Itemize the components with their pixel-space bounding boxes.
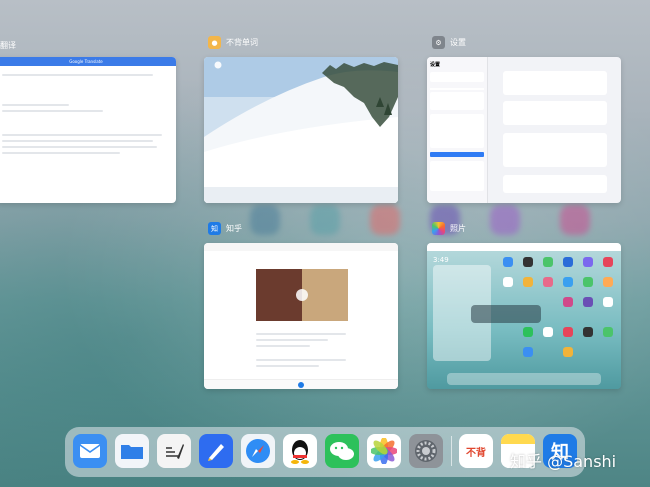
app-title: 设置 (450, 38, 466, 47)
photos-app-icon[interactable] (367, 434, 401, 468)
mini-dock (447, 373, 601, 385)
buzuo-app-icon[interactable]: 不背 (459, 434, 493, 468)
files-icon[interactable] (115, 434, 149, 468)
gear-icon: ⚙ (432, 36, 445, 49)
app-title: 翻译 (0, 41, 16, 50)
detail-group (503, 71, 607, 95)
text-line (2, 134, 162, 136)
app-card-photos[interactable]: 3:49 (427, 243, 621, 389)
buzuo-glyph: 不背 (466, 447, 486, 459)
text-line (2, 140, 154, 142)
status-time: 3:49 (433, 256, 449, 264)
text-line (2, 110, 103, 112)
selected-row (430, 152, 484, 157)
blurred-icon (560, 205, 590, 235)
settings-sidebar: 设置 (427, 57, 488, 203)
app-title: 照片 (450, 224, 466, 233)
app-card-translate[interactable]: Google Translate (0, 57, 176, 203)
play-icon (296, 289, 308, 301)
detail-group (503, 175, 607, 193)
blurred-icon (310, 205, 340, 235)
app-card-settings[interactable]: 设置 (427, 57, 621, 203)
settings-group (430, 114, 484, 148)
app-label-zhihu: 知 知乎 (208, 222, 242, 235)
blurred-icon (370, 205, 400, 235)
snow-mountain-image (204, 57, 398, 203)
settings-gear-icon[interactable] (409, 434, 443, 468)
settings-group (430, 92, 484, 110)
notes-sketch-icon[interactable] (157, 434, 191, 468)
app-title: 不背单词 (226, 38, 258, 47)
watermark: 知乎 @Sanshi (510, 452, 617, 471)
detail-group (503, 133, 607, 167)
app-card-zhihu[interactable] (204, 243, 398, 389)
app-label-buzuo: ● 不背单词 (208, 36, 258, 49)
settings-title: 设置 (430, 62, 441, 68)
text-line (2, 152, 120, 154)
mail-icon[interactable] (73, 434, 107, 468)
account-row (430, 72, 484, 82)
translate-header: Google Translate (0, 57, 176, 66)
text-line (2, 104, 70, 106)
blurred-icon (490, 205, 520, 235)
app-label-translate: 翻译 (0, 40, 16, 51)
app-label-settings: ⚙ 设置 (432, 36, 466, 49)
zhihu-tabbar (204, 379, 398, 389)
qq-icon[interactable] (283, 434, 317, 468)
zhihu-topbar (204, 243, 398, 251)
safari-icon[interactable] (241, 434, 275, 468)
video-thumbnail (256, 269, 348, 321)
settings-group (430, 161, 484, 191)
app-label-photos: 照片 (432, 222, 466, 235)
app-title: 知乎 (226, 224, 242, 233)
photos-icon (432, 222, 445, 235)
detail-group (503, 101, 607, 125)
app-card-buzuo[interactable] (204, 57, 398, 203)
text-line (2, 146, 157, 148)
dock-mini (471, 305, 541, 323)
dock-divider (451, 436, 452, 466)
text-line (2, 74, 154, 76)
buzuo-icon: ● (208, 36, 221, 49)
zhihu-icon: 知 (208, 222, 221, 235)
blurred-icon (250, 205, 280, 235)
wechat-icon[interactable] (325, 434, 359, 468)
photos-topbar (427, 243, 621, 251)
pencil-icon[interactable] (199, 434, 233, 468)
